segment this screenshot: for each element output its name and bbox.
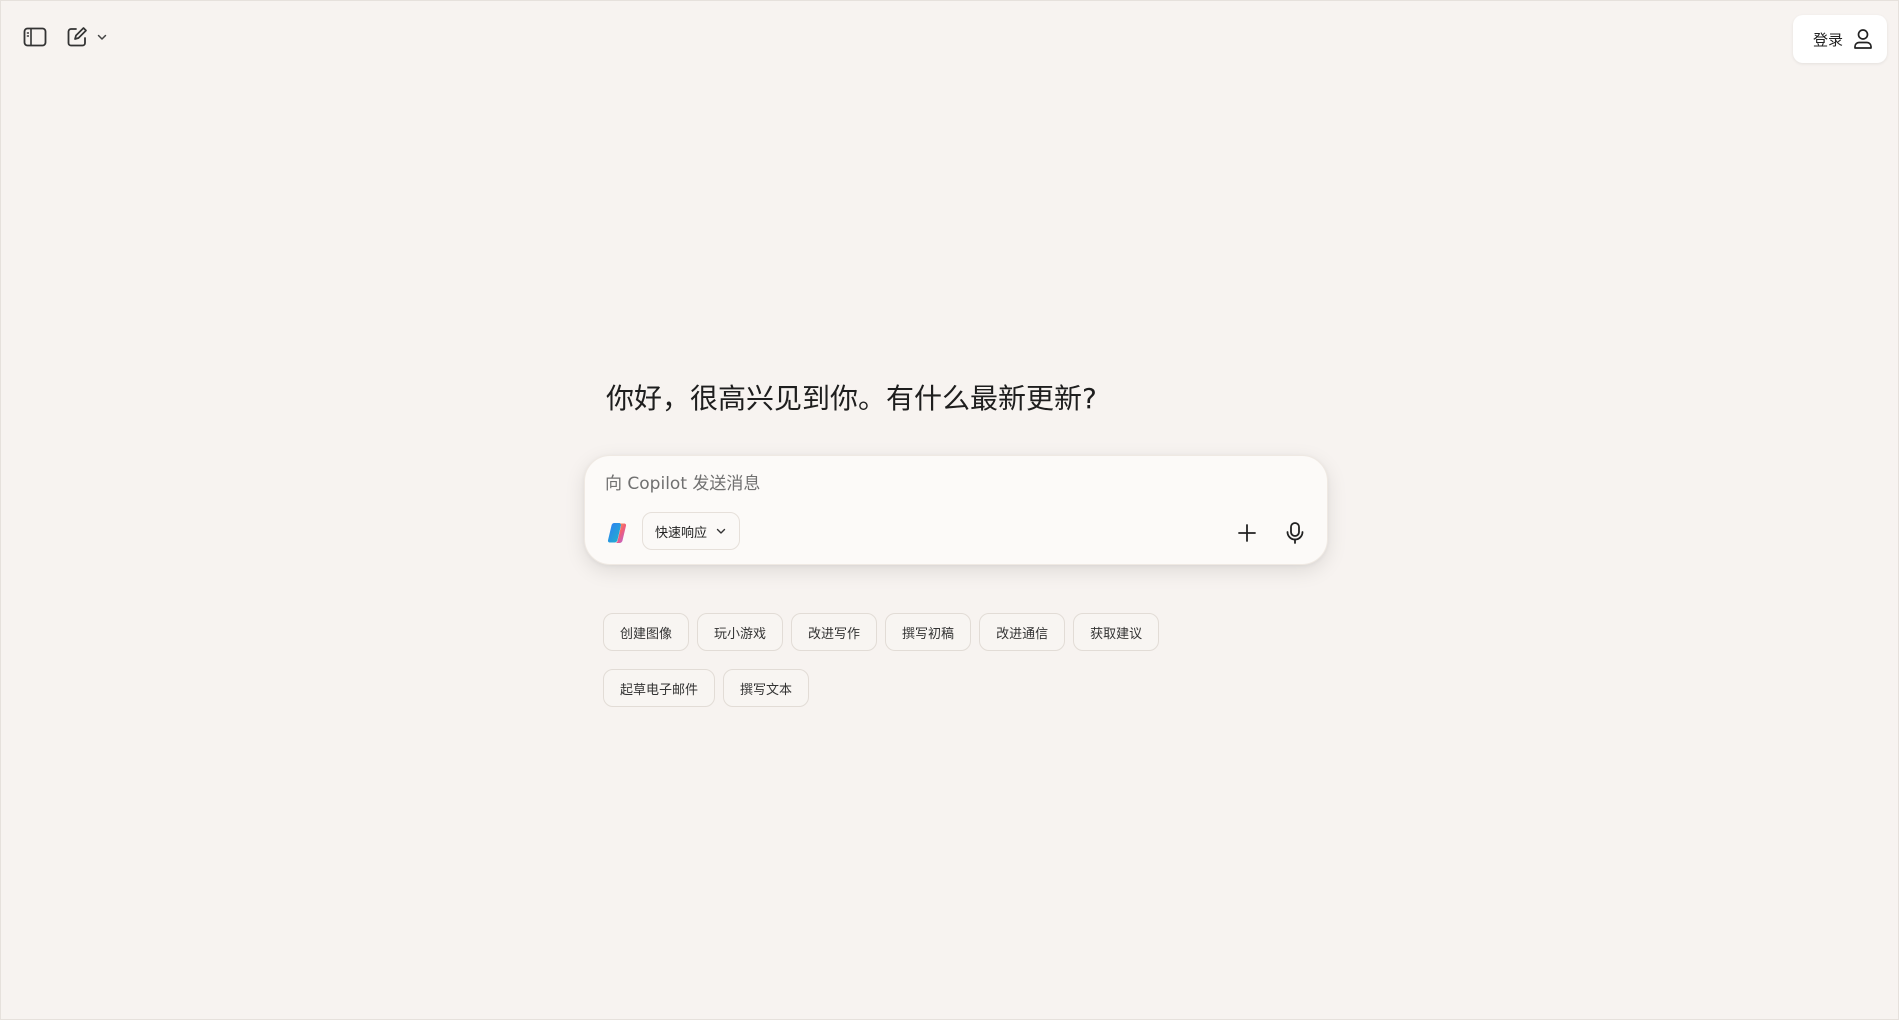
suggestion-chip[interactable]: 改进通信: [979, 613, 1066, 651]
message-composer: 快速响应: [584, 455, 1328, 565]
response-mode-label: 快速响应: [655, 525, 708, 541]
suggestion-chip[interactable]: 获取建议: [1073, 613, 1160, 651]
chevron-down-icon: [716, 528, 726, 534]
voice-input-button[interactable]: [1281, 519, 1309, 547]
new-chat-button[interactable]: [63, 23, 91, 51]
add-attachment-button[interactable]: [1233, 519, 1261, 547]
suggestion-chip[interactable]: 创建图像: [603, 613, 690, 651]
new-chat-menu-button[interactable]: [95, 23, 109, 51]
page-title: 你好，很高兴见到你。有什么最新更新?: [606, 382, 1097, 415]
suggestion-chip[interactable]: 撰写文本: [723, 669, 810, 707]
microphone-icon: [1286, 522, 1304, 544]
copilot-logo-icon: [607, 523, 627, 543]
user-icon: [1854, 29, 1872, 49]
sidebar-toggle-button[interactable]: [21, 23, 49, 51]
app-window: 登录 你好，很高兴见到你。有什么最新更新? 向 Copilot 发送消息 快速响…: [0, 0, 1899, 1020]
login-button[interactable]: 登录: [1792, 15, 1887, 63]
suggestion-chip[interactable]: 玩小游戏: [697, 613, 784, 651]
suggestion-chip[interactable]: 起草电子邮件: [603, 669, 716, 707]
top-left-toolbar: [21, 23, 109, 51]
suggestion-chips: 创建图像 玩小游戏 改进写作 撰写初稿 改进通信 获取建议 起草电子邮件 撰写文…: [603, 613, 1203, 707]
suggestion-chip[interactable]: 改进写作: [791, 613, 878, 651]
sidebar-icon: [23, 27, 47, 47]
compose-icon: [67, 27, 87, 47]
response-mode-select[interactable]: 快速响应: [642, 512, 741, 550]
suggestion-chip[interactable]: 撰写初稿: [885, 613, 972, 651]
login-label: 登录: [1812, 30, 1843, 49]
plus-icon: [1238, 524, 1256, 542]
message-input[interactable]: [605, 470, 1285, 498]
chevron-down-icon: [97, 34, 107, 40]
